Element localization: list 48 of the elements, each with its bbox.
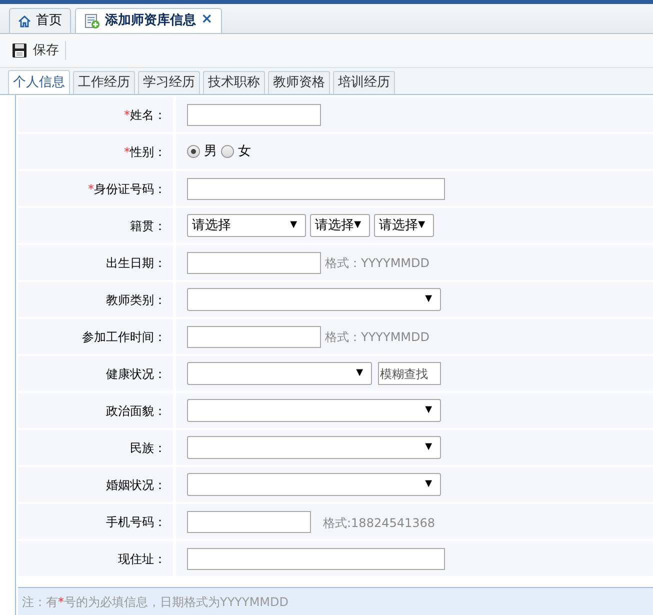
dropdown[interactable]: 请选择▼: [310, 214, 370, 237]
section-tab[interactable]: 工作经历: [73, 71, 135, 94]
dropdown[interactable]: 请选择▼: [374, 214, 434, 237]
search-field[interactable]: 模糊查找: [378, 362, 441, 385]
field-label: *姓名：: [18, 97, 173, 132]
save-button[interactable]: 保存: [12, 40, 66, 60]
field-label: *性别：: [18, 134, 173, 169]
field-label: 籍贯：: [18, 208, 173, 243]
text-field[interactable]: [187, 510, 311, 532]
format-hint: 格式：YYYYMMDD: [325, 254, 430, 272]
dropdown[interactable]: ▼: [187, 436, 441, 459]
field-label: 参加工作时间：: [18, 319, 173, 354]
section-tab[interactable]: 培训经历: [333, 71, 395, 94]
field-label: 教师类别：: [18, 282, 173, 317]
section-tab[interactable]: 技术职称: [203, 71, 265, 94]
field-label: 政治面貌：: [18, 393, 173, 428]
text-field[interactable]: [187, 548, 445, 570]
dropdown[interactable]: ▼: [187, 399, 441, 422]
dropdown[interactable]: ▼: [187, 473, 441, 496]
document-plus-icon: [84, 13, 100, 29]
radio-button[interactable]: [187, 145, 200, 158]
page-tab[interactable]: 首页: [9, 8, 71, 33]
field-label: 民族：: [18, 430, 173, 465]
field-label: 出生日期：: [18, 245, 173, 280]
text-field[interactable]: [187, 252, 321, 274]
text-field[interactable]: [187, 326, 321, 348]
field-label: 现住址：: [18, 541, 173, 576]
dropdown[interactable]: ▼: [187, 288, 441, 311]
footer-note: 注：有*号的为必填信息，日期格式为YYYYMMDD: [18, 587, 653, 615]
text-field[interactable]: [187, 104, 321, 126]
field-label: *身份证号码：: [18, 171, 173, 206]
dropdown[interactable]: ▼: [187, 362, 372, 385]
format-hint: 格式：YYYYMMDD: [325, 328, 430, 346]
section-tab[interactable]: 学习经历: [138, 71, 200, 94]
field-label: 婚姻状况：: [18, 467, 173, 502]
section-tab[interactable]: 教师资格: [268, 71, 330, 94]
text-field[interactable]: [187, 178, 445, 200]
page-tab[interactable]: 添加师资库信息 ×: [75, 8, 222, 33]
dropdown[interactable]: 请选择 ▼: [187, 214, 306, 237]
field-label: 手机号码：: [18, 504, 173, 539]
radio-button[interactable]: [221, 145, 234, 158]
close-icon[interactable]: ×: [201, 12, 213, 26]
radio-label: 男: [204, 142, 217, 161]
format-hint: 格式:18824541368: [323, 516, 436, 530]
radio-label: 女: [238, 142, 251, 161]
section-tab[interactable]: 个人信息: [8, 70, 70, 94]
field-label: 健康状况：: [18, 356, 173, 391]
home-icon: [18, 14, 31, 28]
